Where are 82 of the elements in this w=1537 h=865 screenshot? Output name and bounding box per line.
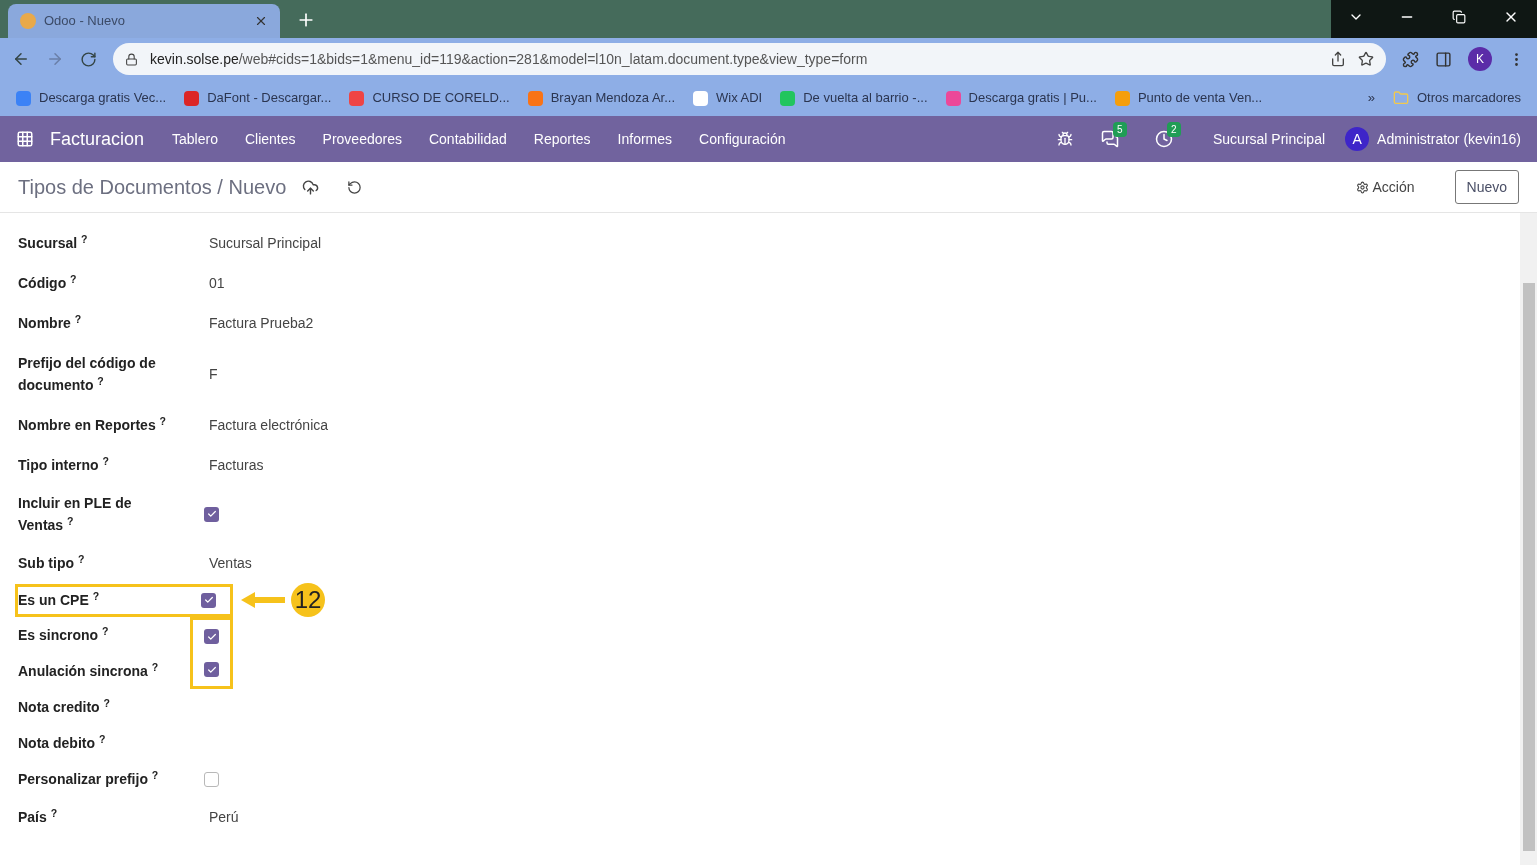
field-label: Nota credito $^{?}$ (18, 696, 110, 717)
field-value: 01 (209, 273, 225, 293)
bookmark-link[interactable]: Descarga gratis | Pu... (968, 88, 1097, 108)
menu-item[interactable]: Reportes (533, 128, 591, 150)
field-label: Nombre en Reportes $^{?}$ (18, 414, 166, 435)
menu-item[interactable]: Contabilidad (428, 128, 507, 150)
field-label: Es un CPE $^{?}$ (18, 589, 100, 610)
save-icon[interactable] (302, 178, 320, 196)
breadcrumb: Tipos de Documentos / Nuevo (18, 175, 287, 200)
callout-badge: 12 (291, 583, 325, 617)
activity-count: 2 (1167, 122, 1181, 137)
discard-icon[interactable] (347, 179, 363, 195)
field-label: Prefijo del código de documento $^{?}$ (18, 354, 157, 395)
gear-icon (1355, 180, 1369, 194)
chat-icon[interactable] (1101, 130, 1119, 148)
message-count: 5 (1113, 122, 1127, 137)
field-value: Factura electrónica (209, 415, 329, 435)
extensions-icon[interactable] (1402, 50, 1419, 68)
field-value: Ventas (209, 553, 252, 573)
company-switcher[interactable]: Sucursal Principal (1213, 128, 1326, 150)
browser-tab[interactable]: Odoo - Nuevo (8, 4, 280, 38)
bookmark-link[interactable]: CURSO DE CORELD... (372, 88, 510, 108)
address-bar[interactable]: kevin.solse.pe/web#cids=1&bids=1&menu_id=119&action=281&model=l10n_latam.document.type&view_type=form (113, 43, 1386, 75)
checkbox[interactable] (204, 662, 220, 677)
check-icon (206, 509, 217, 519)
close-icon[interactable] (254, 14, 268, 28)
side-panel-icon[interactable] (1435, 50, 1452, 68)
star-icon[interactable] (1358, 51, 1374, 67)
bookmark-link[interactable]: Punto de venta Ven... (1137, 88, 1263, 108)
field-label: Anulación sincrona $^{?}$ (18, 660, 159, 681)
bookmark-link[interactable]: Brayan Mendoza Ar... (550, 88, 675, 108)
bookmark-link[interactable]: Wix ADI (716, 88, 763, 108)
bug-icon[interactable] (1057, 131, 1073, 147)
check-icon (206, 631, 217, 642)
menu-item[interactable]: Informes (617, 128, 673, 150)
apps-icon[interactable] (16, 130, 34, 148)
field-label: Código $^{?}$ (18, 272, 77, 293)
bookmark-link[interactable]: DaFont - Descargar... (207, 88, 332, 108)
checkbox[interactable] (204, 629, 220, 644)
check-icon (206, 664, 217, 675)
profile-avatar[interactable]: K (1468, 47, 1492, 71)
field-value: Factura Prueba2 (209, 313, 314, 333)
field-label: Tipo interno $^{?}$ (18, 454, 109, 475)
app-title[interactable]: Facturacion (50, 125, 145, 153)
more-bookmarks-button[interactable]: » (1367, 88, 1375, 108)
checkbox[interactable] (201, 592, 217, 608)
field-label: País $^{?}$ (18, 806, 58, 827)
reload-icon[interactable] (80, 50, 97, 68)
share-icon[interactable] (1330, 51, 1346, 67)
field-label: Es sincrono $^{?}$ (18, 624, 109, 645)
menu-item[interactable]: Configuración (699, 128, 786, 150)
menu-item[interactable]: Proveedores (322, 128, 402, 150)
field-label: Incluir en PLE de Ventas $^{?}$ (18, 494, 133, 535)
check-icon (203, 595, 214, 605)
lock-icon (125, 52, 138, 66)
bookmark-link[interactable]: De vuelta al barrio -... (803, 88, 928, 108)
arrow-icon (241, 592, 285, 608)
user-avatar: A (1345, 127, 1370, 151)
site-icon (20, 13, 36, 29)
field-value: Facturas (209, 455, 264, 475)
bookmark-link[interactable]: Otros marcadores (1416, 88, 1521, 108)
field-value: Perú (209, 807, 239, 827)
new-button[interactable]: Nuevo (1454, 170, 1519, 204)
action-button[interactable]: Acción (1355, 176, 1415, 198)
field-label: Sucursal $^{?}$ (18, 232, 88, 253)
bookmark-link[interactable]: Descarga gratis Vec... (39, 88, 167, 108)
field-value: F (209, 364, 218, 384)
field-label: Sub tipo $^{?}$ (18, 552, 85, 573)
tab-title: Odoo - Nuevo (44, 12, 126, 31)
menu-item[interactable]: Clientes (244, 128, 296, 150)
clock-icon[interactable] (1155, 130, 1173, 148)
field-label: Personalizar prefijo $^{?}$ (18, 768, 159, 789)
checkbox[interactable] (204, 506, 220, 522)
checkbox[interactable] (204, 771, 220, 787)
menu-item[interactable]: Tablero (172, 128, 218, 150)
field-label: Nota debito $^{?}$ (18, 732, 106, 753)
field-label: Nombre $^{?}$ (18, 312, 82, 333)
url-text: kevin.solse.pe/web#cids=1&bids=1&menu_id=119&action=281&model=l10n_latam.document.type&view_type=form (150, 49, 869, 69)
field-value: Sucursal Principal (209, 233, 322, 253)
back-icon[interactable] (12, 50, 30, 68)
user-menu[interactable]: Administrator (kevin16) (1377, 128, 1521, 150)
folder-icon (1392, 90, 1409, 106)
